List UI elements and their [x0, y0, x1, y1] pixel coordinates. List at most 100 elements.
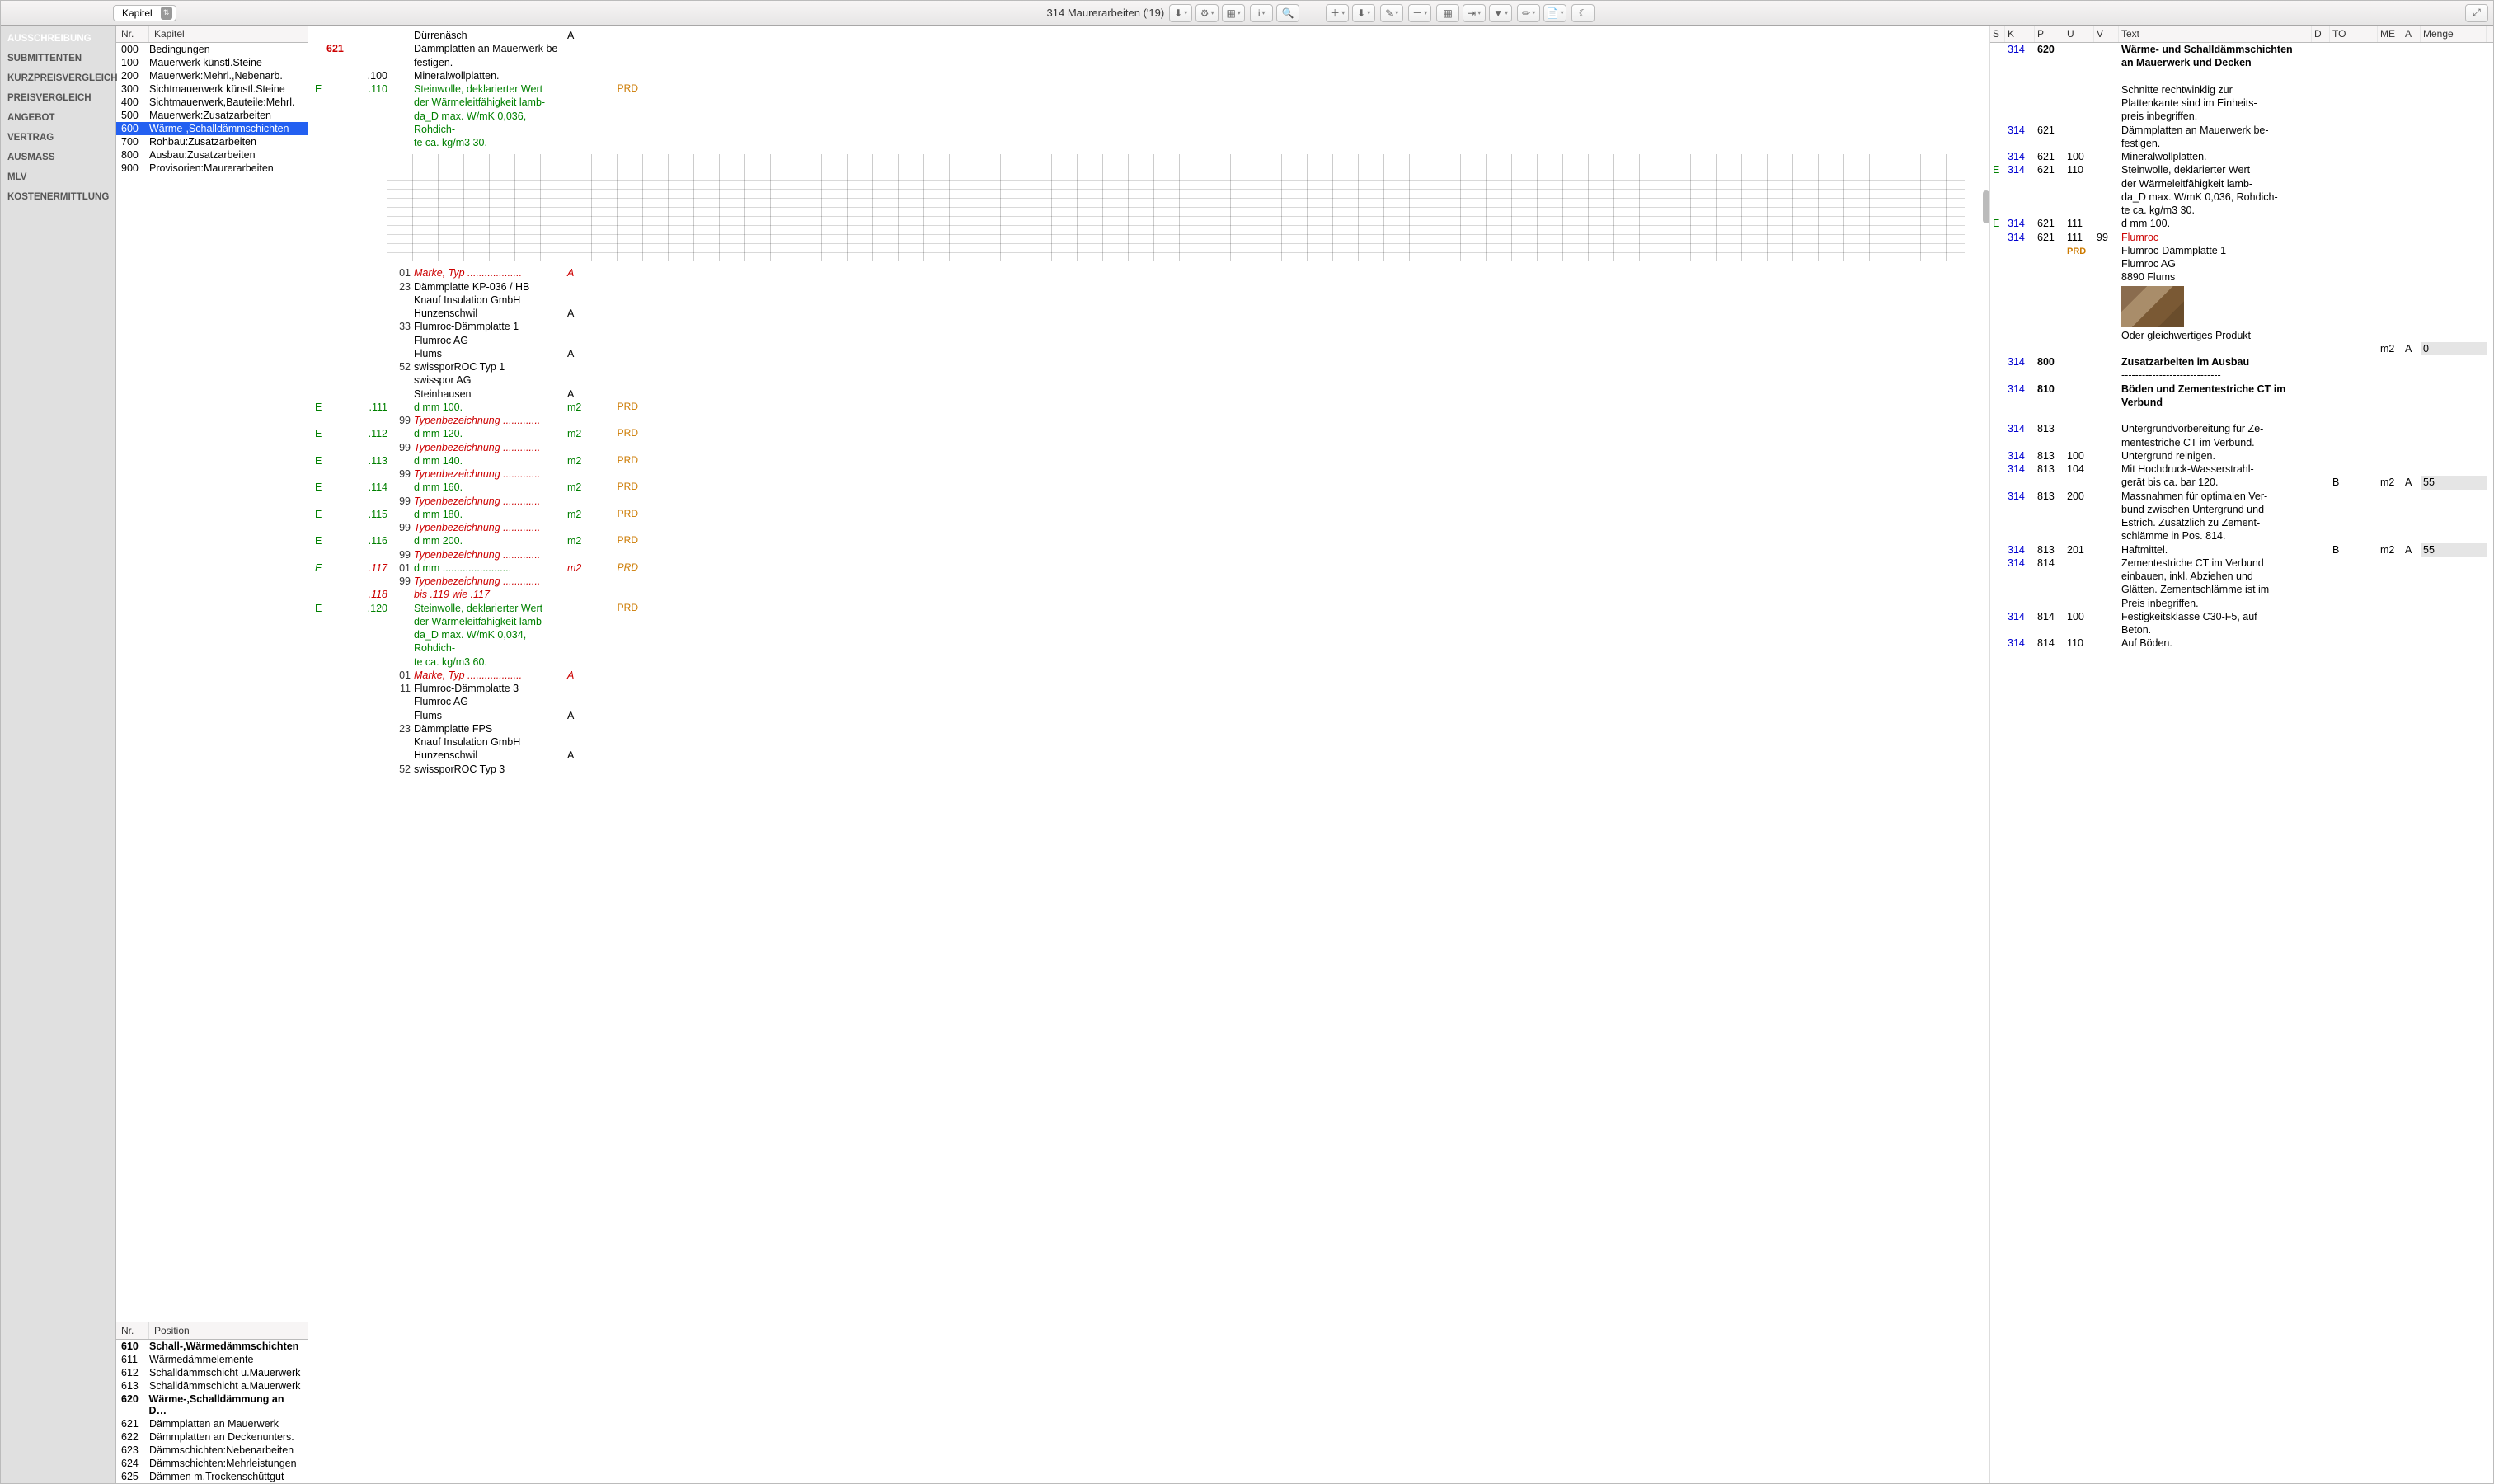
- table-row[interactable]: mentestriche CT im Verbund.: [1990, 436, 2493, 449]
- table-row[interactable]: 314813100Untergrund reinigen.: [1990, 449, 2493, 463]
- detail-row: 01Marke, Typ ...................A: [308, 669, 1989, 682]
- sidebar-item[interactable]: ANGEBOT: [1, 108, 115, 128]
- table-row[interactable]: Estrich. Zusätzlich zu Zement-: [1990, 516, 2493, 529]
- kapitel-row[interactable]: 000Bedingungen: [116, 43, 308, 56]
- kapitel-dropdown[interactable]: Kapitel ⇅: [113, 5, 176, 21]
- table-row[interactable]: Plattenkante sind im Einheits-: [1990, 96, 2493, 110]
- position-row[interactable]: 610Schall-,Wärmedämmschichten: [116, 1340, 308, 1353]
- document-button[interactable]: 📄▾: [1543, 4, 1566, 22]
- table-row[interactable]: m2A0: [1990, 342, 2493, 355]
- table-row[interactable]: 314814110Auf Böden.: [1990, 636, 2493, 650]
- table-row[interactable]: 314621Dämmplatten an Mauerwerk be-: [1990, 124, 2493, 137]
- settings-button[interactable]: ⚙▾: [1195, 4, 1219, 22]
- table-row[interactable]: te ca. kg/m3 30.: [1990, 204, 2493, 217]
- sidebar-item[interactable]: VERTRAG: [1, 128, 115, 148]
- table-row[interactable]: Oder gleichwertiges Produkt: [1990, 329, 2493, 342]
- table-row[interactable]: Preis inbegriffen.: [1990, 597, 2493, 610]
- table-row[interactable]: schlämme in Pos. 814.: [1990, 529, 2493, 542]
- table-row[interactable]: E314621110Steinwolle, deklarierter Wert: [1990, 163, 2493, 176]
- fullscreen-button[interactable]: ⤢: [2465, 4, 2488, 22]
- detail-row: 99Typenbezeichnung .............: [308, 575, 1989, 588]
- table-button[interactable]: ▦: [1436, 4, 1459, 22]
- search-button[interactable]: 🔍: [1276, 4, 1299, 22]
- sidebar-item[interactable]: MLV: [1, 167, 115, 187]
- sidebar-item[interactable]: AUSMASS: [1, 148, 115, 167]
- grid-button[interactable]: ▦▾: [1222, 4, 1245, 22]
- filter-button[interactable]: ▼▾: [1489, 4, 1512, 22]
- position-row[interactable]: 621Dämmplatten an Mauerwerk: [116, 1417, 308, 1430]
- position-list[interactable]: 610Schall-,Wärmedämmschichten611Wärmedäm…: [116, 1340, 308, 1483]
- remove-button[interactable]: －▾: [1408, 4, 1431, 22]
- detail-row: te ca. kg/m3 30.: [308, 136, 1989, 149]
- kapitel-panel: Nr. Kapitel 000Bedingungen100Mauerwerk k…: [116, 26, 308, 1483]
- position-row[interactable]: 624Dämmschichten:Mehrleistungen: [116, 1457, 308, 1470]
- position-row[interactable]: 622Dämmplatten an Deckenunters.: [116, 1430, 308, 1444]
- table-row[interactable]: Verbund: [1990, 396, 2493, 409]
- table-row[interactable]: PRDFlumroc-Dämmplatte 1: [1990, 244, 2493, 257]
- add-button[interactable]: ＋▾: [1326, 4, 1349, 22]
- position-row[interactable]: 623Dämmschichten:Nebenarbeiten: [116, 1444, 308, 1457]
- table-row[interactable]: E314621111d mm 100.: [1990, 217, 2493, 230]
- darkmode-button[interactable]: ☾: [1571, 4, 1595, 22]
- table-row[interactable]: Schnitte rechtwinklig zur: [1990, 83, 2493, 96]
- kapitel-row[interactable]: 500Mauerwerk:Zusatzarbeiten: [116, 109, 308, 122]
- table-row[interactable]: einbauen, inkl. Abziehen und: [1990, 570, 2493, 583]
- sidebar-item[interactable]: AUSSCHREIBUNG: [1, 29, 115, 49]
- table-row[interactable]: 314813104Mit Hochdruck-Wasserstrahl-: [1990, 463, 2493, 476]
- info-button[interactable]: i▾: [1250, 4, 1273, 22]
- detail-row: Flumroc AG: [308, 695, 1989, 708]
- position-row[interactable]: 612Schalldämmschicht u.Mauerwerk: [116, 1366, 308, 1379]
- table-row[interactable]: festigen.: [1990, 137, 2493, 150]
- brush-button[interactable]: ✏▾: [1517, 4, 1540, 22]
- table-row[interactable]: 314621100Mineralwollplatten.: [1990, 150, 2493, 163]
- sidebar-item[interactable]: KURZPREISVERGLEICH: [1, 68, 115, 88]
- edit-button[interactable]: ✎▾: [1380, 4, 1403, 22]
- table-row[interactable]: gerät bis ca. bar 120.Bm2A55: [1990, 476, 2493, 489]
- table-row[interactable]: Flumroc AG: [1990, 257, 2493, 270]
- table-row[interactable]: da_D max. W/mK 0,036, Rohdich-: [1990, 190, 2493, 204]
- table-row[interactable]: 31462111199Flumroc: [1990, 231, 2493, 244]
- kapitel-list[interactable]: 000Bedingungen100Mauerwerk künstl.Steine…: [116, 43, 308, 1322]
- table-row[interactable]: der Wärmeleitfähigkeit lamb-: [1990, 177, 2493, 190]
- table-row[interactable]: 8890 Flums: [1990, 270, 2493, 284]
- detail-row: 99Typenbezeichnung .............: [308, 441, 1989, 454]
- table-row[interactable]: 314813200Massnahmen für optimalen Ver-: [1990, 490, 2493, 503]
- table-row[interactable]: 314620Wärme- und Schalldämmschichten: [1990, 43, 2493, 56]
- table-row[interactable]: -----------------------------: [1990, 409, 2493, 422]
- kapitel-row[interactable]: 100Mauerwerk künstl.Steine: [116, 56, 308, 69]
- export-button[interactable]: ⇥▾: [1463, 4, 1486, 22]
- table-row[interactable]: -----------------------------: [1990, 369, 2493, 382]
- kapitel-row[interactable]: 300Sichtmauerwerk künstl.Steine: [116, 82, 308, 96]
- import-button[interactable]: ⬇▾: [1352, 4, 1375, 22]
- sidebar-item[interactable]: PREISVERGLEICH: [1, 88, 115, 108]
- position-row[interactable]: 625Dämmen m.Trockenschüttgut: [116, 1470, 308, 1483]
- kapitel-row[interactable]: 600Wärme-,Schalldämmschichten: [116, 122, 308, 135]
- kapitel-row[interactable]: 800Ausbau:Zusatzarbeiten: [116, 148, 308, 162]
- table-row[interactable]: Beton.: [1990, 623, 2493, 636]
- table-row[interactable]: 314814Zementestriche CT im Verbund: [1990, 556, 2493, 570]
- kapitel-row[interactable]: 900Provisorien:Maurerarbeiten: [116, 162, 308, 175]
- table-row[interactable]: preis inbegriffen.: [1990, 110, 2493, 123]
- table-row[interactable]: 314814100Festigkeitsklasse C30-F5, auf: [1990, 610, 2493, 623]
- table-row[interactable]: an Mauerwerk und Decken: [1990, 56, 2493, 69]
- table-row[interactable]: bund zwischen Untergrund und: [1990, 503, 2493, 516]
- table-row[interactable]: 314813201Haftmittel.Bm2A55: [1990, 543, 2493, 556]
- download-button[interactable]: ⬇▾: [1169, 4, 1192, 22]
- table-row[interactable]: -----------------------------: [1990, 70, 2493, 83]
- kapitel-row[interactable]: 400Sichtmauerwerk,Bauteile:Mehrl.: [116, 96, 308, 109]
- position-row[interactable]: 620Wärme-,Schalldämmung an D…: [116, 1392, 308, 1417]
- position-row[interactable]: 613Schalldämmschicht a.Mauerwerk: [116, 1379, 308, 1392]
- table-row[interactable]: 314813Untergrundvorbereitung für Ze-: [1990, 422, 2493, 435]
- position-row[interactable]: 611Wärmedämmelemente: [116, 1353, 308, 1366]
- table-row[interactable]: Glätten. Zementschlämme ist im: [1990, 583, 2493, 596]
- table-row[interactable]: 314810Böden und Zementestriche CT im: [1990, 383, 2493, 396]
- detail-panel[interactable]: DürrenäschA621Dämmplatten an Mauerwerk b…: [308, 26, 1990, 1483]
- spec-table-body[interactable]: 314620Wärme- und Schalldämmschichtenan M…: [1990, 43, 2493, 1483]
- detail-row: DürrenäschA: [308, 29, 1989, 42]
- sidebar-item[interactable]: KOSTENERMITTLUNG: [1, 187, 115, 207]
- sidebar-item[interactable]: SUBMITTENTEN: [1, 49, 115, 68]
- scrollbar[interactable]: [1983, 190, 1989, 223]
- table-row[interactable]: 314800Zusatzarbeiten im Ausbau: [1990, 355, 2493, 369]
- kapitel-row[interactable]: 200Mauerwerk:Mehrl.,Nebenarb.: [116, 69, 308, 82]
- kapitel-row[interactable]: 700Rohbau:Zusatzarbeiten: [116, 135, 308, 148]
